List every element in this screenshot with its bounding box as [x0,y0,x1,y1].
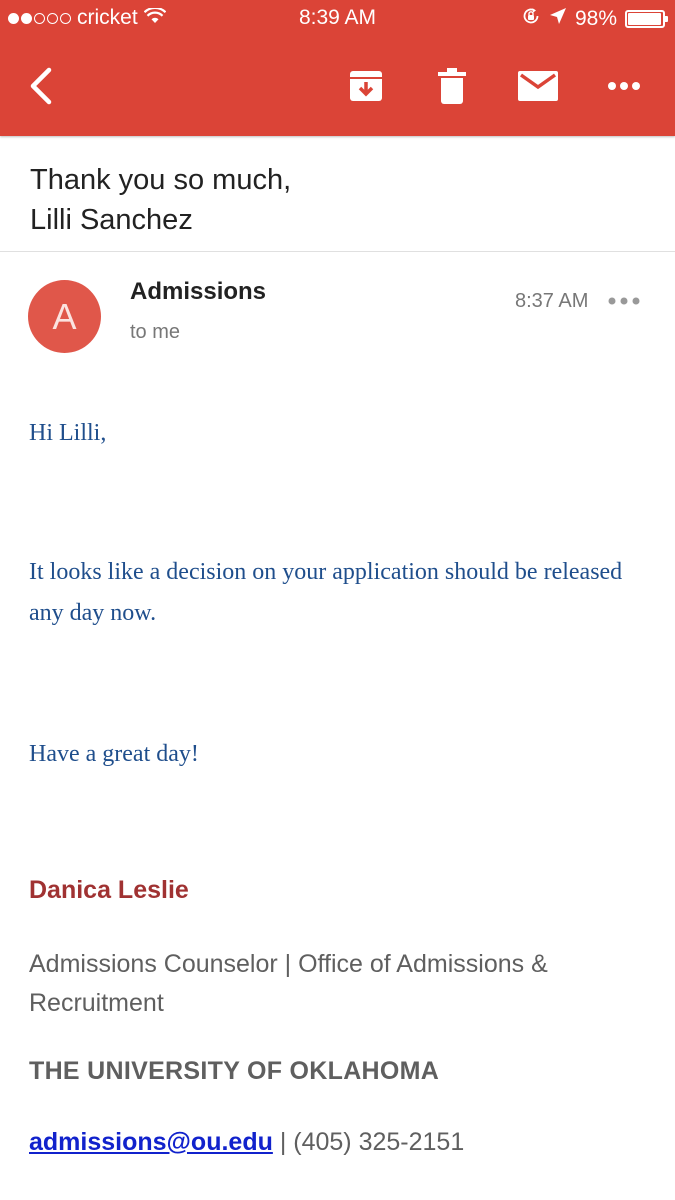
more-horizontal-icon [608,297,640,305]
signature-title: Admissions Counselor | Office of Admissi… [29,950,548,1017]
back-button[interactable] [12,58,68,114]
archive-button[interactable] [338,58,394,114]
back-icon [30,67,52,105]
mark-unread-button[interactable] [510,58,566,114]
more-horizontal-icon [608,82,640,90]
recipient-label[interactable]: to me [130,321,180,344]
battery-icon [625,10,668,28]
sender-name[interactable]: Admissions [130,278,266,306]
subject-divider [0,251,675,252]
mail-icon [518,71,558,101]
signature-separator: | [272,1128,294,1156]
email-subject: Thank you so much, Lilli Sanchez [30,160,650,240]
more-options-button[interactable] [596,58,652,114]
status-bar: cricket 8:39 AM 98% [0,0,675,38]
archive-icon [350,71,382,101]
signature-email-link[interactable]: admissions@ou.edu [29,1128,273,1156]
message-more-button[interactable] [606,288,642,314]
message-closing: Have a great day! [29,741,199,767]
rotation-lock-icon [521,6,541,32]
location-icon [549,7,567,31]
app-header: cricket 8:39 AM 98% [0,0,675,136]
status-right-group: 98% [521,6,668,32]
signature-phone[interactable]: (405) 325-2151 [293,1128,464,1156]
battery-percent: 98% [574,7,617,30]
message-greeting: Hi Lilli, [29,420,107,446]
trash-icon [438,68,466,104]
message-time: 8:37 AM [515,290,589,312]
message-paragraph: It looks like a decision on your applica… [29,559,623,626]
subject-line-1: Thank you so much, [30,164,292,196]
delete-button[interactable] [424,58,480,114]
signature-name: Danica Leslie [29,876,189,904]
subject-line-2: Lilli Sanchez [30,204,193,236]
signature-contact: admissions@ou.edu | (405) 325-2151 [29,1128,464,1157]
sender-avatar[interactable]: A [28,280,101,353]
signature-university: THE UNIVERSITY OF OKLAHOMA [29,1057,440,1085]
